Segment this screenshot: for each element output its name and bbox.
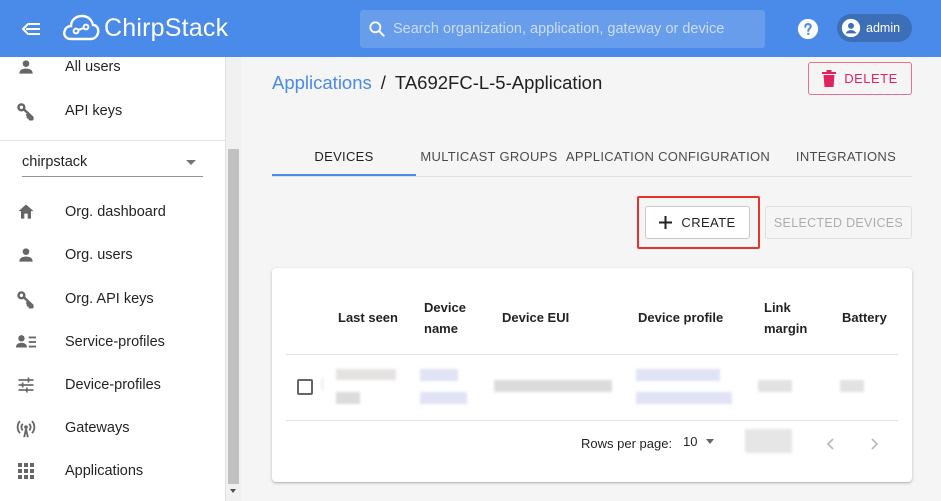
row-divider (286, 420, 898, 421)
create-button-label: CREATE (681, 215, 736, 230)
sidebar-item-label: Device-profiles (65, 377, 161, 393)
apps-grid-icon (15, 460, 37, 482)
previous-page-button[interactable] (821, 434, 841, 454)
organization-select[interactable]: chirpstack (22, 150, 203, 177)
person-icon (15, 244, 37, 266)
column-header-device-name[interactable]: Device name (424, 297, 466, 339)
sidebar-item-service-profiles[interactable]: Service-profiles (0, 321, 226, 363)
sidebar-item-all-users[interactable]: All users (0, 46, 226, 88)
sidebar-item-label: Org. users (65, 247, 133, 263)
chevron-down-icon (186, 160, 196, 165)
create-button[interactable]: CREATE (645, 206, 750, 239)
device-name-redacted[interactable] (420, 369, 458, 381)
sidebar-item-org-users[interactable]: Org. users (0, 234, 226, 276)
sidebar-item-label: Org. API keys (65, 291, 154, 307)
sidebar-item-applications[interactable]: Applications (0, 450, 226, 492)
application-tabs: DEVICES MULTICAST GROUPS APPLICATION CON… (272, 136, 912, 177)
column-header-last-seen[interactable]: Last seen (338, 307, 398, 328)
row-checkbox[interactable] (297, 379, 313, 395)
trash-icon (822, 70, 837, 87)
sidebar-item-org-api-keys[interactable]: Org. API keys (0, 278, 226, 320)
tab-devices[interactable]: DEVICES (272, 136, 416, 176)
column-header-link-margin-line1: Link (764, 300, 791, 315)
header-divider (286, 354, 898, 355)
sidebar-item-label: Org. dashboard (65, 204, 166, 220)
next-page-button[interactable] (864, 434, 884, 454)
redacted-value (322, 377, 323, 391)
organization-name: chirpstack (22, 154, 88, 170)
chevron-right-icon (871, 438, 879, 450)
sidebar-item-label: All users (65, 59, 121, 75)
tab-multicast-groups[interactable]: MULTICAST GROUPS (416, 136, 562, 176)
scroll-down-arrow-icon[interactable] (230, 489, 236, 493)
device-profile-redacted[interactable] (636, 392, 732, 404)
search-icon (369, 21, 385, 37)
active-tab-indicator (272, 174, 416, 176)
antenna-icon (15, 417, 37, 439)
column-header-battery[interactable]: Battery (842, 307, 887, 328)
service-profile-icon (15, 331, 37, 353)
chevron-down-icon (706, 439, 715, 444)
cloud-logo-icon (63, 14, 100, 41)
selected-devices-button[interactable]: SELECTED DEVICES (765, 206, 912, 239)
breadcrumb-applications-link[interactable]: Applications (272, 72, 372, 94)
sidebar-item-org-dashboard[interactable]: Org. dashboard (0, 191, 226, 233)
app-name: ChirpStack (104, 13, 229, 42)
key-icon (15, 288, 37, 310)
search-bar (360, 10, 765, 48)
delete-button-label: DELETE (844, 71, 898, 86)
home-icon (15, 201, 37, 223)
device-name-redacted[interactable] (420, 392, 467, 404)
delete-button[interactable]: DELETE (808, 62, 912, 95)
sidebar-item-label: Applications (65, 463, 144, 479)
tab-integrations[interactable]: INTEGRATIONS (774, 136, 918, 176)
person-icon (15, 56, 37, 78)
column-header-link-margin[interactable]: Link margin (764, 297, 807, 339)
column-header-link-margin-line2: margin (764, 321, 808, 336)
sidebar-item-label: Gateways (65, 420, 130, 436)
column-header-device-name-line1: Device (424, 300, 466, 315)
page-title: TA692FC-L-5-Application (394, 72, 603, 93)
account-circle-icon (841, 18, 861, 38)
link-margin-redacted (758, 380, 792, 392)
user-name: admin (866, 21, 901, 35)
device-profile-redacted[interactable] (636, 369, 720, 381)
device-eui-redacted (494, 380, 612, 392)
column-header-device-eui[interactable]: Device EUI (502, 307, 569, 328)
sidebar-item-device-profiles[interactable]: Device-profiles (0, 364, 226, 406)
rows-per-page-value: 10 (683, 434, 698, 449)
key-icon (15, 100, 37, 122)
menu-collapse-icon[interactable] (18, 16, 44, 42)
chirpstack-logo[interactable]: ChirpStack (62, 10, 228, 46)
last-seen-redacted (336, 369, 396, 380)
pagination-range-redacted (745, 429, 792, 453)
sidebar-divider (0, 140, 226, 141)
search-input[interactable] (393, 21, 765, 37)
sidebar: All users API keys chirpstack Org. dashb… (0, 57, 226, 501)
sidebar-scroll-thumb[interactable] (228, 149, 239, 484)
breadcrumb: Applications / TA692FC-L-5-Application (272, 72, 602, 94)
tab-application-configuration[interactable]: APPLICATION CONFIGURATION (562, 136, 774, 176)
breadcrumb-separator: / (380, 72, 386, 93)
tune-icon (15, 374, 37, 396)
battery-redacted (840, 380, 864, 392)
last-seen-redacted (336, 392, 360, 404)
sidebar-item-label: API keys (65, 103, 123, 119)
plus-icon (659, 216, 673, 229)
sidebar-item-api-keys[interactable]: API keys (0, 90, 226, 132)
rows-per-page-label: Rows per page: (581, 436, 673, 451)
user-menu-button[interactable]: admin (837, 14, 912, 42)
chevron-left-icon (826, 438, 834, 450)
help-icon[interactable] (797, 18, 819, 40)
column-header-device-name-line2: name (424, 321, 458, 336)
column-header-device-profile[interactable]: Device profile (638, 307, 723, 328)
sidebar-item-gateways[interactable]: Gateways (0, 407, 226, 449)
rows-per-page-select[interactable]: 10 (683, 434, 715, 449)
devices-table: Last seen Device name Device EUI Device … (272, 268, 912, 482)
sidebar-item-label: Service-profiles (65, 334, 165, 350)
